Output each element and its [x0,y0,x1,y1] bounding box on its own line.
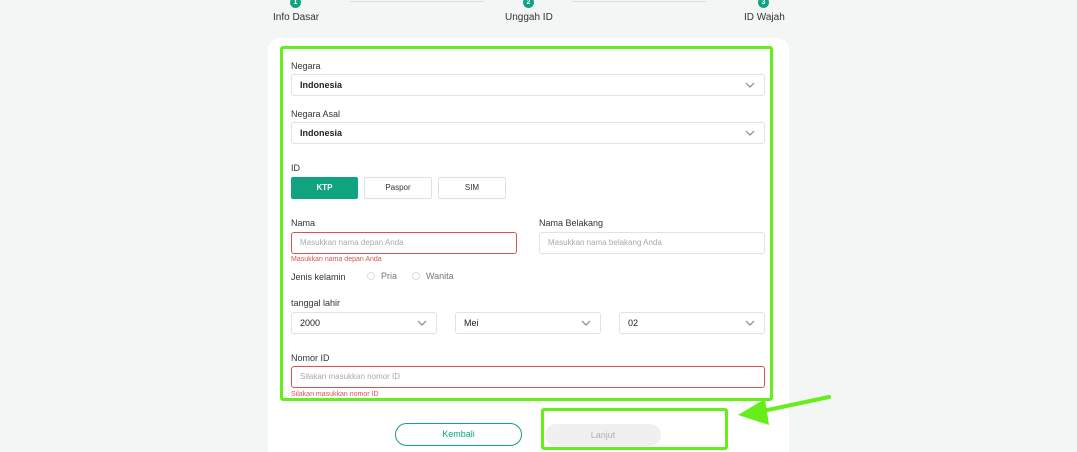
last-name-label: Nama Belakang [539,218,604,228]
chevron-down-icon [745,130,755,136]
id-number-input[interactable]: Silakan masukkan nomor ID [291,366,765,388]
country-select[interactable]: Indonesia [291,74,765,96]
first-name-input[interactable]: Masukkan nama depan Anda [291,232,517,254]
gender-option-label: Pria [381,271,398,281]
gender-option-pria[interactable]: Pria [367,271,397,281]
chevron-down-icon [417,320,427,326]
gender-option-label: Wanita [426,271,454,281]
id-type-paspor-button[interactable]: Paspor [364,177,432,199]
step-label: ID Wajah [744,12,785,23]
birth-date-label: tanggal lahir [291,298,341,308]
country-value: Indonesia [300,80,343,90]
birth-month-value: Mei [464,318,479,328]
radio-circle-icon [412,272,420,280]
origin-country-value: Indonesia [300,128,343,138]
step-label: Info Dasar [273,12,320,23]
back-button[interactable]: Kembali [395,423,522,446]
id-type-ktp-button[interactable]: KTP [291,177,358,199]
step-connector [350,1,484,2]
step-label: Unggah ID [505,12,553,23]
first-name-label: Nama [291,218,316,228]
first-name-error: Masukkan nama depan Anda [291,256,382,263]
birth-day-select[interactable]: 02 [619,312,765,334]
origin-country-select[interactable]: Indonesia [291,122,765,144]
chevron-down-icon [745,82,755,88]
step-number-badge: 2 [523,0,534,8]
id-type-sim-button[interactable]: SIM [438,177,506,199]
birth-month-select[interactable]: Mei [455,312,601,334]
stepper: 1 Info Dasar 2 Unggah ID 3 ID Wajah [0,0,1077,30]
country-label: Negara [291,61,321,71]
step-connector [572,1,706,2]
gender-option-wanita[interactable]: Wanita [412,271,454,281]
gender-label: Jenis kelamin [291,272,346,282]
last-name-input[interactable]: Masukkan nama belakang Anda [539,232,765,254]
id-number-error: Silakan masukkan nomor ID [291,391,379,398]
step-number-badge: 3 [758,0,769,8]
id-number-label: Nomor ID [291,353,330,363]
birth-year-select[interactable]: 2000 [291,312,437,334]
birth-year-value: 2000 [300,318,321,328]
chevron-down-icon [745,320,755,326]
radio-circle-icon [367,272,375,280]
birth-day-value: 02 [628,318,639,328]
origin-country-label: Negara Asal [291,109,341,119]
next-button[interactable]: Lanjut [545,424,661,446]
step-number-badge: 1 [290,0,301,8]
chevron-down-icon [581,320,591,326]
id-type-label: ID [291,163,300,173]
